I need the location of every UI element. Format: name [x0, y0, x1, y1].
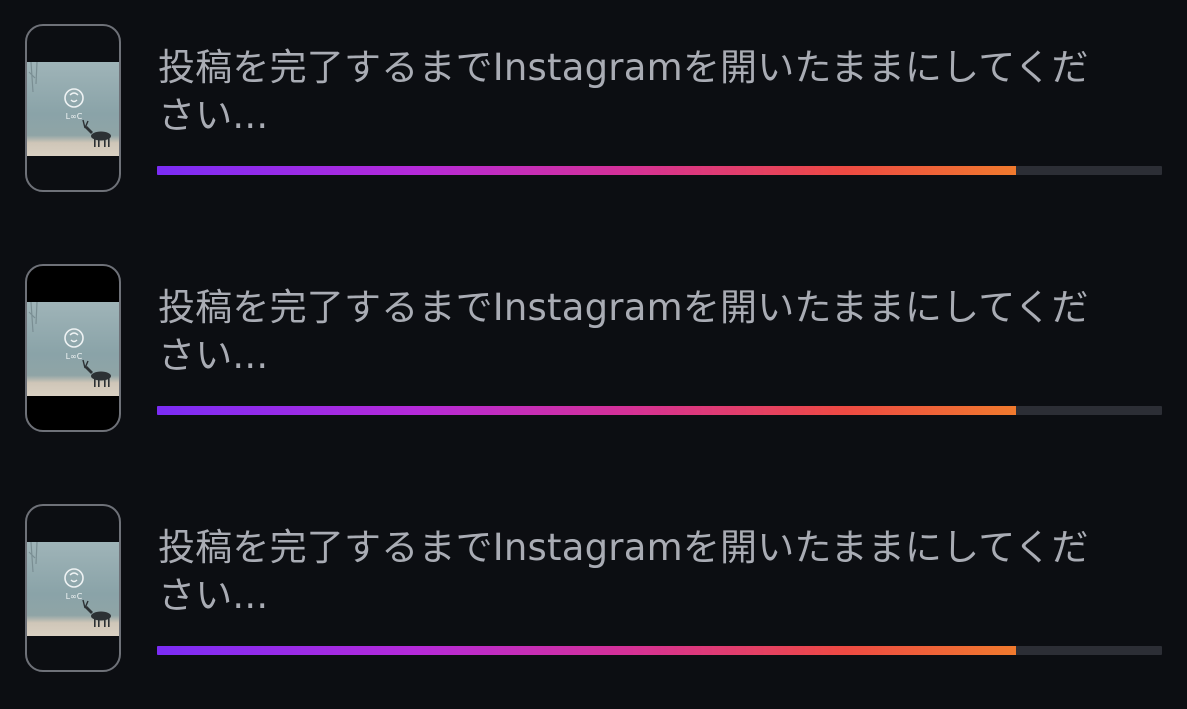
- deer-photo-image: L∞C: [27, 62, 119, 156]
- progress-fill: [157, 646, 1017, 655]
- deer-scene-icon: L∞C: [28, 542, 111, 627]
- progress-bar: [157, 646, 1162, 655]
- upload-item: L∞C 投稿を完了するまでInstagramを開いたままにしてください...: [0, 504, 1187, 674]
- upload-item: L∞C 投稿を完了するまでInstagramを開いたままにしてください...: [0, 264, 1187, 434]
- upload-item: L∞C 投稿を完了するまでInstagramを開いたままにしてください...: [0, 24, 1187, 194]
- post-thumbnail[interactable]: L∞C: [25, 264, 121, 432]
- deer-photo-image: L∞C: [27, 302, 119, 396]
- upload-list: L∞C 投稿を完了するまでInstagramを開いたままにしてください... L…: [0, 0, 1187, 709]
- status-text: 投稿を完了するまでInstagramを開いたままにしてください...: [158, 526, 1089, 617]
- deer-scene-icon: L∞C: [28, 302, 111, 387]
- deer-scene-icon: L∞C: [28, 62, 111, 147]
- logo-text: L∞C: [66, 592, 83, 601]
- progress-fill: [157, 166, 1017, 175]
- progress-bar: [157, 166, 1162, 175]
- status-text: 投稿を完了するまでInstagramを開いたままにしてください...: [158, 286, 1089, 377]
- status-text: 投稿を完了するまでInstagramを開いたままにしてください...: [158, 46, 1089, 137]
- logo-text: L∞C: [66, 352, 83, 361]
- logo-text: L∞C: [66, 112, 83, 121]
- post-thumbnail[interactable]: L∞C: [25, 24, 121, 192]
- deer-photo-image: L∞C: [27, 542, 119, 636]
- post-thumbnail[interactable]: L∞C: [25, 504, 121, 672]
- progress-fill: [157, 406, 1017, 415]
- progress-bar: [157, 406, 1162, 415]
